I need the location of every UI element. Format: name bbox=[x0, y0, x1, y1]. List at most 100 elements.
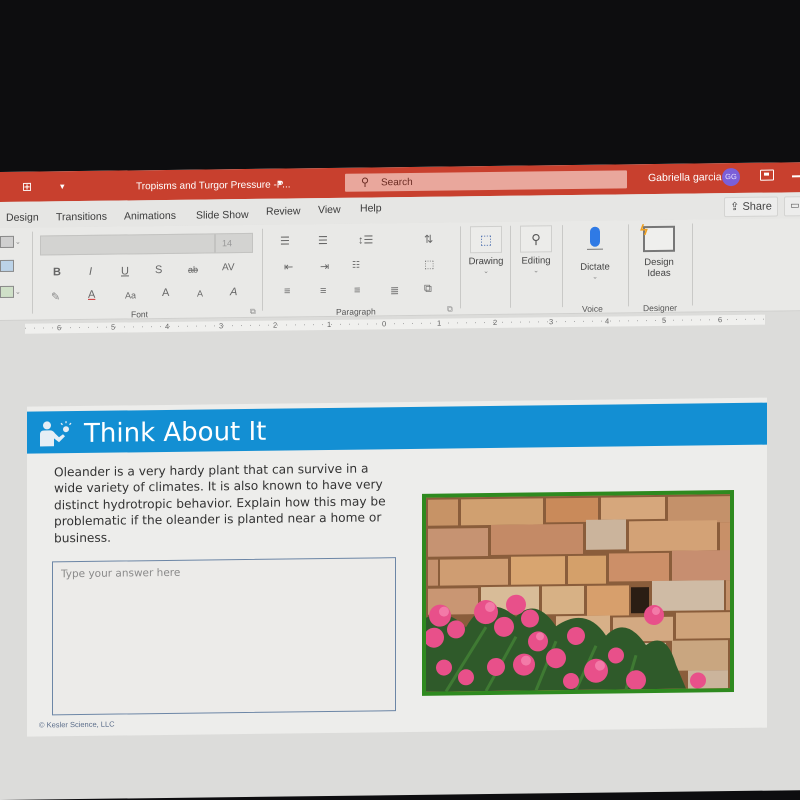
ribbon-display-options-icon[interactable] bbox=[760, 169, 774, 181]
underline-button[interactable]: U bbox=[121, 265, 129, 277]
align-right-icon[interactable]: ≡ bbox=[354, 285, 360, 297]
oleander-photo[interactable] bbox=[422, 490, 734, 696]
tab-help[interactable]: Help bbox=[360, 202, 382, 214]
powerpoint-window: ⊞ ▾ Tropisms and Turgor Pressure -P... ▾… bbox=[0, 162, 800, 800]
line-spacing-icon[interactable]: ↕☰ bbox=[358, 233, 373, 246]
answer-textbox[interactable]: Type your answer here bbox=[52, 557, 396, 716]
decrease-indent-icon[interactable]: ⇤ bbox=[284, 260, 293, 273]
ruler-label: 2 bbox=[493, 317, 498, 327]
convert-to-smartart-icon[interactable]: ⧉ bbox=[424, 283, 432, 296]
highlight-color-icon[interactable]: ✎ bbox=[51, 290, 60, 303]
share-label: Share bbox=[742, 200, 772, 213]
search-box[interactable]: ⚲ Search bbox=[345, 170, 627, 192]
chevron-down-icon[interactable]: ⌄ bbox=[15, 288, 21, 296]
paragraph-group-label: Paragraph bbox=[336, 306, 376, 317]
chevron-down-icon: ⌄ bbox=[533, 267, 539, 275]
oleander-image bbox=[426, 494, 730, 692]
font-size-input[interactable]: 14 bbox=[215, 232, 253, 254]
layout-icon[interactable] bbox=[0, 259, 14, 272]
answer-placeholder: Type your answer here bbox=[61, 566, 181, 581]
find-icon: ⚲ bbox=[520, 225, 552, 253]
tab-view[interactable]: View bbox=[318, 204, 341, 216]
title-banner: Think About It bbox=[27, 402, 767, 454]
italic-button[interactable]: I bbox=[89, 266, 92, 278]
align-left-icon[interactable]: ≡ bbox=[284, 285, 290, 297]
copyright-notice: © Kesler Science, LLC bbox=[39, 719, 115, 730]
comments-button[interactable]: ▭ bbox=[784, 196, 800, 217]
group-separator bbox=[628, 224, 629, 307]
increase-indent-icon[interactable]: ⇥ bbox=[320, 260, 329, 273]
prompt-text: Oleander is a very hardy plant that can … bbox=[54, 461, 386, 545]
ribbon: ⌄ ⌄ 14 B I U S ab AV ✎ A Aa A A A Font ⧉… bbox=[0, 218, 800, 321]
group-separator bbox=[32, 231, 33, 314]
slide[interactable]: Think About It Oleander is a very hardy … bbox=[27, 397, 767, 737]
avatar[interactable]: GG bbox=[722, 167, 740, 187]
ruler-label: 3 bbox=[549, 317, 554, 327]
design-ideas-button[interactable]: ϟ Design Ideas bbox=[636, 222, 682, 280]
ruler-label: 4 bbox=[605, 316, 610, 326]
voice-group-label: Voice bbox=[582, 303, 603, 314]
design-ideas-icon: ϟ bbox=[640, 222, 675, 253]
ruler-label: 3 bbox=[219, 321, 224, 331]
document-title[interactable]: Tropisms and Turgor Pressure -P... bbox=[136, 179, 291, 192]
text-direction-icon[interactable]: ⇅ bbox=[424, 233, 433, 246]
font-group-label: Font bbox=[131, 309, 149, 320]
bold-button[interactable]: B bbox=[53, 266, 61, 278]
clear-formatting-button[interactable]: A bbox=[230, 286, 237, 298]
font-name-input[interactable] bbox=[40, 233, 215, 256]
font-dialog-launcher-icon[interactable]: ⧉ bbox=[250, 307, 256, 317]
ruler-label: 2 bbox=[273, 320, 278, 330]
tab-review[interactable]: Review bbox=[266, 205, 300, 217]
ruler-label: 1 bbox=[437, 318, 442, 328]
ruler-label: 5 bbox=[111, 322, 116, 332]
new-slide-icon[interactable] bbox=[0, 235, 14, 248]
ruler-label: 5 bbox=[662, 315, 667, 325]
ruler-label: 1 bbox=[327, 319, 332, 330]
search-icon: ⚲ bbox=[361, 176, 370, 189]
tab-animations[interactable]: Animations bbox=[124, 210, 176, 223]
drawing-button[interactable]: ⬚ Drawing ⌄ bbox=[466, 225, 506, 276]
group-separator bbox=[562, 225, 563, 308]
tab-slide-show[interactable]: Slide Show bbox=[196, 209, 249, 222]
microphone-stand-icon bbox=[587, 248, 603, 250]
numbering-icon[interactable]: ☰ bbox=[318, 234, 328, 247]
bullets-icon[interactable]: ☰ bbox=[280, 234, 290, 247]
group-separator bbox=[262, 228, 263, 311]
quick-access-dropdown-icon[interactable]: ▾ bbox=[60, 181, 65, 192]
dictate-button[interactable]: Dictate ⌄ bbox=[572, 226, 618, 281]
increase-font-size-button[interactable]: A bbox=[162, 287, 169, 299]
paragraph-dialog-launcher-icon[interactable]: ⧉ bbox=[447, 304, 453, 314]
chevron-down-icon: ⌄ bbox=[592, 273, 598, 281]
text-shadow-button[interactable]: S bbox=[155, 264, 162, 276]
slideshow-icon[interactable]: ⊞ bbox=[22, 180, 32, 194]
character-spacing-button[interactable]: AV bbox=[222, 262, 235, 273]
section-icon[interactable] bbox=[0, 285, 14, 298]
minimize-icon[interactable] bbox=[792, 175, 800, 177]
editing-label: Editing bbox=[521, 255, 551, 267]
ruler-ticks bbox=[25, 318, 765, 329]
font-color-button[interactable]: A bbox=[88, 289, 95, 301]
search-placeholder: Search bbox=[381, 176, 413, 189]
chevron-down-icon[interactable]: ⌄ bbox=[15, 238, 21, 246]
strikethrough-button[interactable]: ab bbox=[188, 265, 198, 275]
tab-transitions[interactable]: Transitions bbox=[56, 211, 107, 224]
presenter-idea-icon bbox=[40, 421, 72, 447]
editing-button[interactable]: ⚲ Editing ⌄ bbox=[516, 225, 556, 274]
title-caret-icon[interactable]: ▾ bbox=[278, 179, 282, 188]
user-name[interactable]: Gabriella garcia bbox=[648, 171, 722, 184]
share-button[interactable]: ⇪ Share bbox=[724, 196, 778, 218]
align-text-icon[interactable]: ⬚ bbox=[424, 258, 434, 271]
group-separator bbox=[460, 226, 461, 309]
comment-icon: ▭ bbox=[790, 200, 800, 212]
justify-icon[interactable]: ≣ bbox=[390, 284, 399, 297]
change-case-button[interactable]: Aa bbox=[125, 290, 136, 300]
align-center-icon[interactable]: ≡ bbox=[320, 285, 326, 297]
decrease-font-size-button[interactable]: A bbox=[197, 289, 203, 299]
chevron-down-icon: ⌄ bbox=[483, 268, 489, 276]
dictate-label: Dictate bbox=[580, 261, 610, 273]
font-size-value: 14 bbox=[222, 238, 233, 249]
tab-design[interactable]: Design bbox=[6, 212, 39, 224]
columns-icon[interactable]: ☷ bbox=[352, 260, 360, 271]
drawing-label: Drawing bbox=[468, 255, 504, 268]
share-icon: ⇪ bbox=[730, 200, 740, 214]
